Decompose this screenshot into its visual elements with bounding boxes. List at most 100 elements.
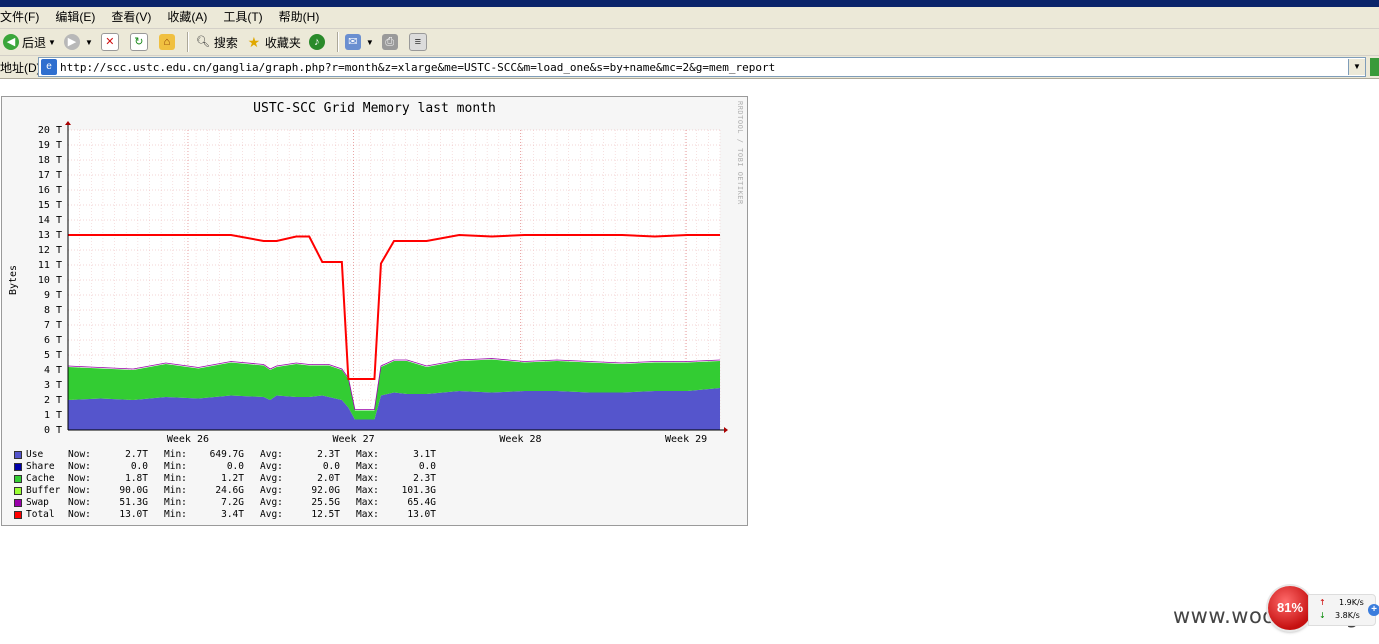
y-tick-label: 17 T [38,170,62,181]
back-arrow-icon: ◀ [3,34,19,50]
home-button[interactable]: ⌂ [156,31,181,53]
legend-row: Use Now: 2.7T Min: 649.7G Avg: 2.3T Max: 3.1T [14,449,436,461]
y-tick-label: 5 T [44,350,62,361]
search-label: 搜索 [213,35,238,50]
forward-button[interactable]: ▶ ▼ [61,31,96,53]
home-icon: ⌂ [158,34,175,50]
x-tick-label: Week 26 [167,434,209,445]
forward-arrow-icon: ▶ [63,34,80,50]
legend-avg-label: Avg: [260,449,283,460]
standard-toolbar: ◀ 后退 ▼ ▶ ▼ ✕ ↻ ⌂ 🔍︎ 搜索 ★ 收藏夹 ♪ ✉ ▼ ⎙ ≡ [0,29,1379,56]
legend-now-value: 51.3G [119,497,148,508]
legend-now-label: Now: [68,509,91,520]
media-button[interactable]: ♪ [306,31,331,53]
y-tick-label: 7 T [44,320,62,331]
legend-now-value: 0.0 [130,461,148,472]
window-title-strip [0,0,1379,7]
legend-avg-label: Avg: [260,509,283,520]
y-tick-label: 15 T [38,200,62,211]
legend-now-label: Now: [68,497,91,508]
back-dropdown-icon[interactable]: ▼ [48,38,56,47]
legend-swatch [14,463,22,471]
legend-swatch [14,451,22,459]
x-tick-label: Week 28 [499,434,541,445]
favorites-button[interactable]: ★ 收藏夹 [243,31,304,53]
go-button[interactable] [1370,58,1379,76]
legend-swatch [14,511,22,519]
edit-button[interactable]: ≡ [406,31,433,53]
refresh-icon: ↻ [129,33,148,51]
media-icon: ♪ [308,34,325,50]
legend-max-label: Max: [356,461,379,472]
x-tick-label: Week 29 [665,434,707,445]
legend-max-label: Max: [356,473,379,484]
expand-plus-icon[interactable]: + [1368,604,1379,616]
legend-row: Cache Now: 1.8T Min: 1.2T Avg: 2.0T Max: 2.3T [14,473,436,485]
mail-button[interactable]: ✉ ▼ [342,31,377,53]
address-box[interactable]: e ▼ [38,57,1366,77]
legend-now-value: 2.7T [125,449,148,460]
y-tick-label: 13 T [38,230,62,241]
stop-icon: ✕ [100,33,119,51]
stop-button[interactable]: ✕ [98,31,125,53]
y-tick-label: 1 T [44,410,62,421]
y-tick-label: 14 T [38,215,62,226]
menu-bar: 文件(F) 编辑(E) 查看(V) 收藏(A) 工具(T) 帮助(H) [0,7,1379,29]
net-meter-widget[interactable]: 81% ↑ 1.9K/s ↓ 3.8K/s + [1268,586,1379,632]
legend-now-value: 90.0G [119,485,148,496]
net-meter-panel: ↑ 1.9K/s ↓ 3.8K/s [1308,594,1376,626]
legend-max-value: 2.3T [413,473,436,484]
legend-name: Share [26,461,55,472]
legend-avg-value: 0.0 [322,461,340,472]
toolbar-separator [336,32,338,52]
legend-row: Total Now: 13.0T Min: 3.4T Avg: 12.5T Max: 13.0T [14,509,436,521]
printer-icon: ⎙ [381,34,398,50]
legend-min-label: Min: [164,509,187,520]
search-button[interactable]: 🔍︎ 搜索 [192,31,241,53]
menu-view[interactable]: 查看(V) [103,7,159,28]
search-icon: 🔍︎ [195,36,210,48]
y-tick-label: 2 T [44,395,62,406]
menu-file[interactable]: 文件(F) [0,7,47,28]
back-button[interactable]: ◀ 后退 ▼ [0,31,59,53]
legend-name: Cache [26,473,55,484]
legend-gap [148,449,164,461]
mail-dropdown-icon[interactable]: ▼ [366,38,374,47]
y-tick-label: 12 T [38,245,62,256]
address-dropdown-icon[interactable]: ▼ [1348,59,1365,75]
address-bar: 地址(D) e ▼ [0,56,1379,79]
address-input[interactable] [60,59,1348,75]
legend-row: Buffer Now: 90.0G Min: 24.6G Avg: 92.0G Max: 101… [14,485,436,497]
legend-gap [244,485,260,497]
legend-gap [340,473,356,485]
legend-gap [148,473,164,485]
menu-tools[interactable]: 工具(T) [215,7,270,28]
net-meter-percent[interactable]: 81% [1268,586,1312,630]
legend-row: Share Now: 0.0 Min: 0.0 Avg: 0.0 Max: 0.0 [14,461,436,473]
print-button[interactable]: ⎙ [379,31,404,53]
legend-avg-value: 25.5G [311,497,340,508]
legend-min-value: 0.0 [226,461,244,472]
menu-edit[interactable]: 编辑(E) [47,7,103,28]
refresh-button[interactable]: ↻ [127,31,154,53]
legend-min-label: Min: [164,497,187,508]
legend-gap [148,461,164,473]
favorites-label: 收藏夹 [264,35,301,50]
y-tick-label: 9 T [44,290,62,301]
menu-favorites[interactable]: 收藏(A) [159,7,215,28]
legend-min-label: Min: [164,473,187,484]
legend-max-value: 65.4G [407,497,436,508]
legend-now-value: 1.8T [125,473,148,484]
legend-min-value: 7.2G [221,497,244,508]
legend-gap [148,485,164,497]
legend-row: Swap Now: 51.3G Min: 7.2G Avg: 25.5G Max: 65.4G [14,497,436,509]
y-tick-label: 4 T [44,365,62,376]
page-icon: e [41,59,57,75]
menu-help[interactable]: 帮助(H) [271,7,328,28]
y-tick-label: 6 T [44,335,62,346]
legend-gap [148,497,164,509]
legend-min-value: 1.2T [221,473,244,484]
y-tick-label: 3 T [44,380,62,391]
forward-dropdown-icon[interactable]: ▼ [85,38,93,47]
star-icon: ★ [247,34,261,50]
